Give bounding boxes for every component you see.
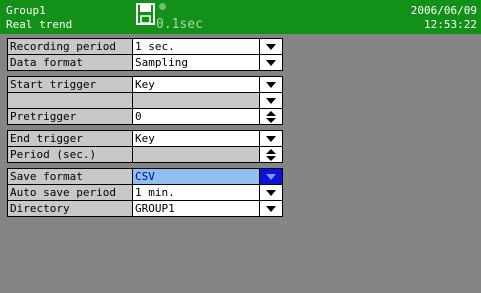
setting-row-data-format: Data format Sampling (8, 55, 282, 70)
pretrigger-label: Pretrigger (8, 109, 133, 124)
start-trigger-label: Start trigger (8, 77, 133, 92)
setting-row-pretrigger: Pretrigger 0 (8, 109, 282, 124)
setting-row-directory: Directory GROUP1 (8, 201, 282, 216)
save-group: Save format CSV Auto save period 1 min. … (7, 168, 283, 217)
spinner-arrows-icon (266, 110, 276, 123)
setting-row-end-trigger: End trigger Key (8, 131, 282, 147)
time-display: 12:53:22 (424, 18, 477, 31)
save-format-label: Save format (8, 169, 133, 184)
directory-value[interactable]: GROUP1 (133, 201, 260, 216)
start-trigger-value[interactable]: Key (133, 77, 260, 92)
directory-dropdown-button[interactable] (260, 201, 282, 216)
data-format-value[interactable]: Sampling (133, 55, 260, 70)
pretrigger-spinner[interactable] (260, 109, 282, 124)
save-format-value[interactable]: CSV (133, 169, 260, 184)
start-trigger-sub-dropdown-button[interactable] (260, 93, 282, 108)
start-trigger-dropdown-button[interactable] (260, 77, 282, 92)
period-sec-spinner[interactable] (260, 147, 282, 162)
directory-label: Directory (8, 201, 133, 216)
recording-period-value[interactable]: 1 sec. (133, 39, 260, 54)
chevron-down-icon (266, 81, 276, 88)
setting-row-save-format: Save format CSV (8, 169, 282, 185)
recording-period-label: Recording period (8, 39, 133, 54)
start-trigger-sub-label (8, 93, 133, 108)
save-format-dropdown-button[interactable] (260, 169, 282, 184)
data-format-dropdown-button[interactable] (260, 55, 282, 70)
chevron-down-icon (266, 43, 276, 50)
status-header: Group1 Real trend 0.1sec 2006/06/09 12:5… (0, 0, 481, 34)
chevron-down-icon (266, 205, 276, 212)
spinner-arrows-icon (266, 148, 276, 161)
setting-row-auto-save-period: Auto save period 1 min. (8, 185, 282, 201)
sampling-rate: 0.1sec (156, 17, 203, 32)
group-name: Group1 (6, 4, 46, 17)
floppy-disk-icon (136, 3, 155, 25)
start-trigger-sub-value (133, 93, 260, 108)
recording-settings-panel: Recording period 1 sec. Data format Samp… (7, 38, 283, 222)
setting-row-start-trigger-sub (8, 93, 282, 109)
period-sec-value (133, 147, 260, 162)
display-mode: Real trend (6, 18, 73, 31)
date-display: 2006/06/09 (410, 4, 477, 17)
chevron-down-icon (266, 189, 276, 196)
auto-save-period-value[interactable]: 1 min. (133, 185, 260, 200)
recording-period-dropdown-button[interactable] (260, 39, 282, 54)
setting-row-start-trigger: Start trigger Key (8, 77, 282, 93)
screen: Group1 Real trend 0.1sec 2006/06/09 12:5… (0, 0, 481, 293)
setting-row-period-sec: Period (sec.) (8, 147, 282, 162)
recording-group: Recording period 1 sec. Data format Samp… (7, 38, 283, 71)
end-trigger-dropdown-button[interactable] (260, 131, 282, 146)
pretrigger-value[interactable]: 0 (133, 109, 260, 124)
auto-save-period-dropdown-button[interactable] (260, 185, 282, 200)
start-trigger-group: Start trigger Key Pretrigger 0 (7, 76, 283, 125)
status-indicator-icon (159, 3, 166, 10)
end-trigger-group: End trigger Key Period (sec.) (7, 130, 283, 163)
data-format-label: Data format (8, 55, 133, 70)
chevron-down-icon (266, 97, 276, 104)
period-sec-label: Period (sec.) (8, 147, 133, 162)
end-trigger-label: End trigger (8, 131, 133, 146)
chevron-down-icon (266, 173, 276, 180)
setting-row-recording-period: Recording period 1 sec. (8, 39, 282, 55)
chevron-down-icon (266, 59, 276, 66)
chevron-down-icon (266, 135, 276, 142)
auto-save-period-label: Auto save period (8, 185, 133, 200)
end-trigger-value[interactable]: Key (133, 131, 260, 146)
